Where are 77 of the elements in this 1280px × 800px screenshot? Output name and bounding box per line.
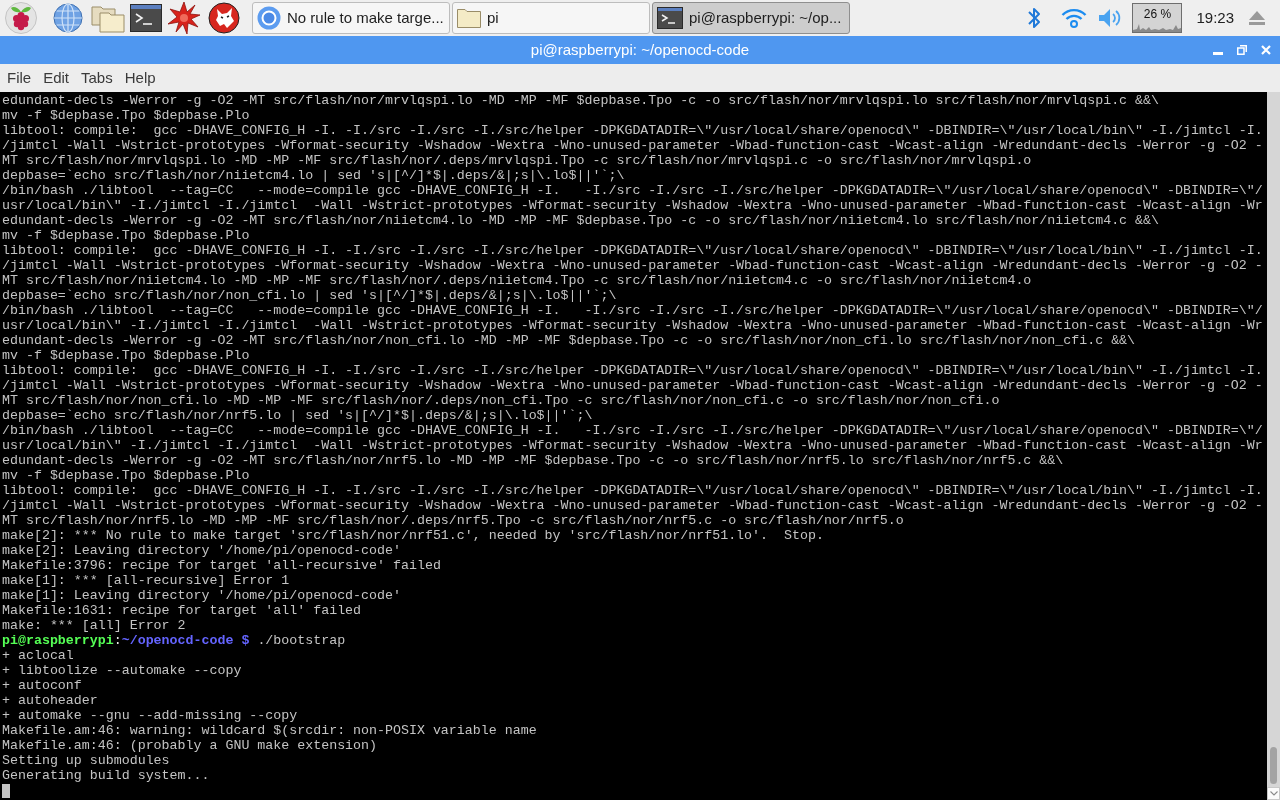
window-title: pi@raspberrypi: ~/openocd-code <box>530 39 750 60</box>
folder-icon <box>457 8 481 28</box>
terminal-line: MT src/flash/nor/niietcm4.lo -MD -MP -MF src/flash/nor/.deps/niietcm4.Tpo -c src/flash/nor/niietcm4.c -o src/flash/nor/niietcm4.o <box>2 273 1032 288</box>
terminal-line: Setting up submodules <box>2 753 170 768</box>
terminal-line: + automake --gnu --add-missing --copy <box>2 708 298 723</box>
terminal-line: /bin/bash ./libtool --tag=CC --mode=compile gcc -DHAVE_CONFIG_H -I. -I./src -I./src -I./src/helper -DPKGDATADIR=\"/usr/local/share/openocd\" -DBINDIR=\"/ <box>2 183 1263 198</box>
restore-icon[interactable] <box>1237 45 1247 55</box>
terminal-line: Makefile:3796: recipe for target 'all-recursive' failed <box>2 558 441 573</box>
terminal-line: mv -f $depbase.Tpo $depbase.Plo <box>2 108 250 123</box>
terminal-line: Makefile.am:46: (probably a GNU make extension) <box>2 738 378 753</box>
terminal-line: edundant-decls -Werror -g -O2 -MT src/flash/nor/niietcm4.lo -MD -MP -MF $depbase.Tpo -c -o src/flash/nor/niietcm4.lo src/flash/nor/niietcm4.c &&\ <box>2 213 1160 228</box>
terminal-line: make[2]: *** No rule to make target 'src/flash/nor/nrf51.c', needed by 'src/flash/nor/nrf51.lo'. Stop. <box>2 528 824 543</box>
terminal-icon <box>657 7 683 29</box>
terminal-line: edundant-decls -Werror -g -O2 -MT src/flash/nor/non_cfi.lo -MD -MP -MF $depbase.Tpo -c -o src/flash/nor/non_cfi.lo src/flash/nor/non_cfi.c &&\ <box>2 333 1136 348</box>
taskbar-button[interactable]: No rule to make targe... <box>252 2 450 34</box>
terminal-line: + libtoolize --automake --copy <box>2 663 242 678</box>
terminal-line: make[1]: Leaving directory '/home/pi/openocd-code' <box>2 588 401 603</box>
scrollbar-thumb[interactable] <box>1270 747 1277 784</box>
menu-item[interactable]: File <box>1 66 38 90</box>
bluetooth-icon[interactable] <box>1028 6 1042 30</box>
terminal-line: mv -f $depbase.Tpo $depbase.Plo <box>2 228 250 243</box>
terminal-line: Makefile.am:46: warning: wildcard $(srcdir: non-POSIX variable name <box>2 723 537 738</box>
taskbar-button[interactable]: pi@raspberrypi: ~/op... <box>652 2 850 34</box>
starburst-icon[interactable] <box>168 2 200 34</box>
terminal-line: Generating build system... <box>2 768 210 783</box>
cpu-graph <box>1133 22 1182 32</box>
text-cursor <box>2 783 10 798</box>
terminal-line: mv -f $depbase.Tpo $depbase.Plo <box>2 468 250 483</box>
menu-item[interactable]: Tabs <box>75 66 119 90</box>
terminal-line: libtool: compile: gcc -DHAVE_CONFIG_H -I. -I./src -I./src -I./src/helper -DPKGDATADIR=\"/usr/local/share/openocd\" -DBINDIR=\"/usr/local/bin\" -I./jimtcl -I. <box>2 363 1263 378</box>
globe-icon[interactable] <box>53 3 83 33</box>
close-icon[interactable] <box>1261 45 1271 55</box>
terminal-line: MT src/flash/nor/nrf5.lo -MD -MP -MF src/flash/nor/.deps/nrf5.Tpo -c src/flash/nor/nrf5.c -o src/flash/nor/nrf5.o <box>2 513 904 528</box>
cpu-usage-label: 26 % <box>1143 7 1172 21</box>
menu-item[interactable]: Edit <box>37 66 76 90</box>
terminal-line: /bin/bash ./libtool --tag=CC --mode=compile gcc -DHAVE_CONFIG_H -I. -I./src -I./src -I./src/helper -DPKGDATADIR=\"/usr/local/share/openocd\" -DBINDIR=\"/ <box>2 303 1263 318</box>
terminal-line: /jimtcl -Wall -Wstrict-prototypes -Wformat-security -Wshadow -Wextra -Wno-unused-parameter -Wbad-function-cast -Wcast-align -Wredundant-decls -Werror -g -O2 - <box>2 498 1263 513</box>
chevron-down-icon <box>1269 791 1278 796</box>
terminal-line: usr/local/bin\" -I./jimtcl -I./jimtcl -Wall -Wstrict-prototypes -Wformat-security -Wshadow -Wextra -Wno-unused-parameter -Wbad-function-cast -Wcast-align -Wr <box>2 438 1263 453</box>
folders-icon[interactable] <box>91 3 125 33</box>
speaker-icon[interactable] <box>1098 8 1123 28</box>
terminal-line: edundant-decls -Werror -g -O2 -MT src/flash/nor/nrf5.lo -MD -MP -MF $depbase.Tpo -c -o src/flash/nor/nrf5.lo src/flash/nor/nrf5.c &&\ <box>2 453 1064 468</box>
raspberry-icon[interactable] <box>5 2 37 34</box>
terminal-line: /bin/bash ./libtool --tag=CC --mode=compile gcc -DHAVE_CONFIG_H -I. -I./src -I./src -I./src/helper -DPKGDATADIR=\"/usr/local/share/openocd\" -DBINDIR=\"/ <box>2 423 1263 438</box>
terminal-line: mv -f $depbase.Tpo $depbase.Plo <box>2 348 250 363</box>
menu-item[interactable]: Help <box>118 66 162 90</box>
terminal-line: /jimtcl -Wall -Wstrict-prototypes -Wformat-security -Wshadow -Wextra -Wno-unused-parameter -Wbad-function-cast -Wcast-align -Wredundant-decls -Werror -g -O2 - <box>2 378 1263 393</box>
terminal-line: libtool: compile: gcc -DHAVE_CONFIG_H -I. -I./src -I./src -I./src/helper -DPKGDATADIR=\"/usr/local/share/openocd\" -DBINDIR=\"/usr/local/bin\" -I./jimtcl -I. <box>2 123 1263 138</box>
terminal-line: + autoheader <box>2 693 98 708</box>
terminal-line: libtool: compile: gcc -DHAVE_CONFIG_H -I. -I./src -I./src -I./src/helper -DPKGDATADIR=\"/usr/local/share/openocd\" -DBINDIR=\"/usr/local/bin\" -I./jimtcl -I. <box>2 243 1263 258</box>
terminal-line: depbase=`echo src/flash/nor/non_cfi.lo | sed 's|[^/]*$|.deps/&|;s|\.lo$||'`;\ <box>2 288 617 303</box>
taskbar-button[interactable]: pi <box>452 2 650 34</box>
terminal-line: depbase=`echo src/flash/nor/nrf5.lo | sed 's|[^/]*$|.deps/&|;s|\.lo$||'`;\ <box>2 408 593 423</box>
terminal-line: libtool: compile: gcc -DHAVE_CONFIG_H -I. -I./src -I./src -I./src/helper -DPKGDATADIR=\"/usr/local/share/openocd\" -DBINDIR=\"/usr/local/bin\" -I./jimtcl -I. <box>2 483 1263 498</box>
terminal-line: /jimtcl -Wall -Wstrict-prototypes -Wformat-security -Wshadow -Wextra -Wno-unused-parameter -Wbad-function-cast -Wcast-align -Wredundant-decls -Werror -g -O2 - <box>2 138 1263 153</box>
terminal-line: edundant-decls -Werror -g -O2 -MT src/flash/nor/mrvlqspi.lo -MD -MP -MF $depbase.Tpo -c -o src/flash/nor/mrvlqspi.lo src/flash/nor/mrvlqspi.c &&\ <box>2 93 1160 108</box>
terminal-line: Makefile:1631: recipe for target 'all' failed <box>2 603 362 618</box>
terminal-line: /jimtcl -Wall -Wstrict-prototypes -Wformat-security -Wshadow -Wextra -Wno-unused-parameter -Wbad-function-cast -Wcast-align -Wredundant-decls -Werror -g -O2 - <box>2 258 1263 273</box>
wifi-icon[interactable] <box>1061 8 1088 28</box>
terminal-line: MT src/flash/nor/mrvlqspi.lo -MD -MP -MF src/flash/nor/.deps/mrvlqspi.Tpo -c src/flash/nor/mrvlqspi.c -o src/flash/nor/mrvlqspi.o <box>2 153 1032 168</box>
terminal-line: make: *** [all] Error 2 <box>2 618 186 633</box>
scroll-down-button[interactable] <box>1267 787 1280 800</box>
terminal-line: make[1]: *** [all-recursive] Error 1 <box>2 573 290 588</box>
eject-icon[interactable] <box>1248 10 1266 26</box>
terminal-icon[interactable] <box>130 4 162 32</box>
terminal-line: usr/local/bin\" -I./jimtcl -I./jimtcl -Wall -Wstrict-prototypes -Wformat-security -Wshadow -Wextra -Wno-unused-parameter -Wbad-function-cast -Wcast-align -Wr <box>2 318 1263 333</box>
clock: 19:23 <box>1196 7 1234 28</box>
terminal-line: make[2]: Leaving directory '/home/pi/openocd-code' <box>2 543 401 558</box>
terminal-line: usr/local/bin\" -I./jimtcl -I./jimtcl -Wall -Wstrict-prototypes -Wformat-security -Wshadow -Wextra -Wno-unused-parameter -Wbad-function-cast -Wcast-align -Wr <box>2 198 1263 213</box>
terminal-line: + autoconf <box>2 678 82 693</box>
circle-logo-icon <box>257 6 281 30</box>
terminal-line: + aclocal <box>2 648 74 663</box>
scrollbar[interactable] <box>1267 92 1280 800</box>
animal-head-icon[interactable] <box>208 2 240 34</box>
terminal-line: depbase=`echo src/flash/nor/niietcm4.lo | sed 's|[^/]*$|.deps/&|;s|\.lo$||'`;\ <box>2 168 625 183</box>
prompt-line: pi@raspberrypi:~/openocd-code $ ./bootstrap <box>2 633 346 648</box>
terminal-line: MT src/flash/nor/non_cfi.lo -MD -MP -MF src/flash/nor/.deps/non_cfi.Tpo -c src/flash/nor/non_cfi.c -o src/flash/nor/non_cfi.o <box>2 393 1000 408</box>
